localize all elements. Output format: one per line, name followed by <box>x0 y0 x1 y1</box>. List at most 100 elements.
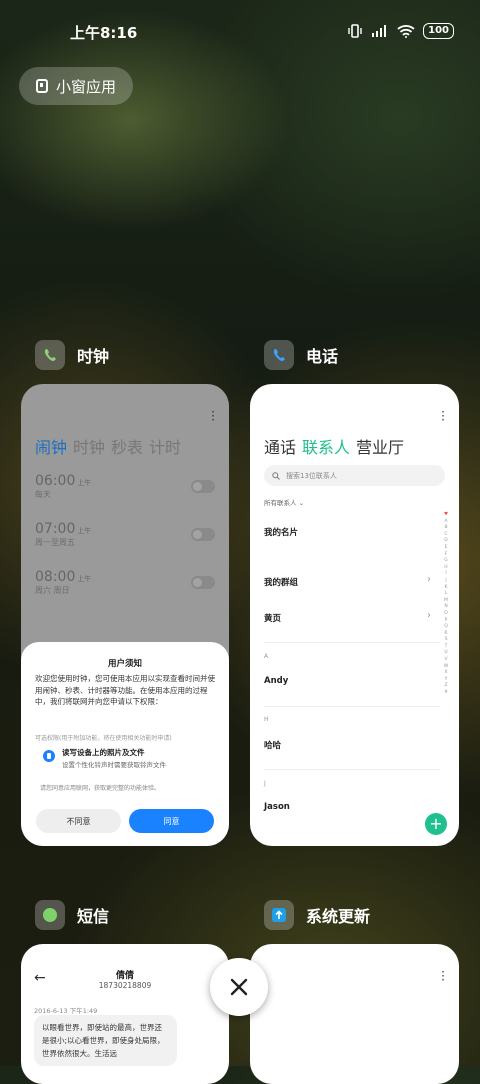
alarm-item[interactable]: 06:00 上午 每天 <box>35 473 91 500</box>
index-letter[interactable]: # <box>442 690 450 697</box>
index-letter[interactable]: I <box>442 571 450 578</box>
index-letter[interactable]: L <box>442 591 450 598</box>
index-letter[interactable]: Q <box>442 624 450 631</box>
small-window-apps-button[interactable]: 小窗应用 <box>19 67 133 105</box>
alarm-time: 08:00 <box>35 569 76 585</box>
signal-icon <box>372 25 387 37</box>
contact-item[interactable]: Andy <box>264 676 288 686</box>
contact-item[interactable]: Jason <box>264 802 290 812</box>
section-letter: A <box>264 653 269 660</box>
close-all-button[interactable] <box>210 958 268 1016</box>
divider <box>264 706 440 707</box>
user-notice-dialog: 用户须知 欢迎您使用时钟，您可使用本应用以实现查看时间并使用闹钟、秒表、计时器等… <box>21 642 229 846</box>
index-letter[interactable]: B <box>442 525 450 532</box>
chevron-right-icon: › <box>427 574 431 585</box>
battery-indicator: 100 <box>423 23 454 39</box>
index-letter[interactable]: V <box>442 657 450 664</box>
tab-stopwatch[interactable]: 秒表 <box>111 434 143 458</box>
search-placeholder: 搜索13位联系人 <box>286 471 337 480</box>
permission-desc: 设置个性化铃声时需要获取铃声文件 <box>62 761 166 769</box>
sms-app-card[interactable]: ← 倩倩 18730218809 2016-6-13 下午1:49 以眼看世界，… <box>21 944 229 1084</box>
divider <box>264 769 440 770</box>
alarm-time: 06:00 <box>35 473 76 489</box>
permission-title: 读写设备上的照片及文件 <box>62 748 145 757</box>
divider <box>264 642 440 643</box>
alphabet-index[interactable]: ♥ A B C D E F G H I J K L M N O P Q R S T U V W X Y Z # <box>442 512 450 697</box>
index-letter[interactable]: O <box>442 611 450 618</box>
phone-app-name: 电话 <box>306 347 339 366</box>
close-icon <box>230 978 248 996</box>
contact-item[interactable]: 哈哈 <box>264 739 281 751</box>
alarm-item[interactable]: 08:00 上午 周六 周日 <box>35 569 91 596</box>
contact-name: 倩倩 <box>115 971 134 981</box>
message-date: 2016-6-13 下午1:49 <box>34 1007 98 1015</box>
alarm-days: 周六 周日 <box>35 586 70 595</box>
my-card-item[interactable]: 我的名片 <box>264 526 298 538</box>
more-options-icon[interactable]: · · · <box>441 406 445 426</box>
all-contacts-filter[interactable]: 所有联系人 ⌄ <box>264 497 304 507</box>
clock-app-card[interactable]: · · · 闹钟 时钟 秒表 计时 06:00 上午 每天 07:00 上午 周一至周五… <box>21 384 229 846</box>
phone-app-icon <box>264 340 294 370</box>
update-app-name: 系统更新 <box>306 907 371 926</box>
file-permission-icon <box>43 750 55 762</box>
search-icon <box>272 471 280 480</box>
disagree-button[interactable]: 不同意 <box>36 809 121 833</box>
update-app-card[interactable]: · · · <box>250 944 459 1084</box>
clock-app-header: 时钟 <box>35 340 109 370</box>
clock-app-name: 时钟 <box>77 347 110 366</box>
more-options-icon[interactable]: · · · <box>441 966 445 986</box>
sms-app-icon <box>35 900 65 930</box>
alarm-item[interactable]: 07:00 上午 周一至周五 <box>35 521 91 548</box>
dialog-footer: 请您同意应用联网，获取更完整的功能体验。 <box>40 785 161 792</box>
phone-tabs: 通话 联系人 营业厅 <box>264 434 404 458</box>
tab-calls[interactable]: 通话 <box>264 434 296 458</box>
alarm-toggle[interactable] <box>191 528 215 541</box>
agree-button[interactable]: 同意 <box>129 809 214 833</box>
sms-app-name: 短信 <box>77 907 110 926</box>
index-letter[interactable]: N <box>442 604 450 611</box>
yellow-pages-item[interactable]: 黄页 <box>264 612 281 624</box>
add-contact-button[interactable]: + <box>425 813 447 835</box>
section-letter: H <box>264 716 269 723</box>
index-letter[interactable]: E <box>442 545 450 552</box>
index-letter[interactable]: S <box>442 637 450 644</box>
contact-search-input[interactable]: 搜索13位联系人 <box>264 465 445 486</box>
alarm-time: 07:00 <box>35 521 76 537</box>
tab-clock[interactable]: 时钟 <box>73 434 105 458</box>
small-window-icon <box>35 79 48 93</box>
my-groups-item[interactable]: 我的群组 <box>264 576 298 588</box>
clock-app-icon <box>35 340 65 370</box>
index-letter[interactable]: D <box>442 538 450 545</box>
dialog-body: 欢迎您使用时钟，您可使用本应用以实现查看时间并使用闹钟、秒表、计时器等功能。在使… <box>35 674 215 706</box>
update-app-header: 系统更新 <box>264 900 370 930</box>
index-letter[interactable]: G <box>442 558 450 565</box>
section-letter: J <box>264 780 266 787</box>
index-letter[interactable]: X <box>442 670 450 677</box>
dialog-optional-note: 可选权限(用于附加功能，将在使用相关功能时申请) <box>35 735 172 742</box>
contact-number: 18730218809 <box>98 981 152 990</box>
index-letter[interactable]: J <box>442 578 450 585</box>
phone-app-card[interactable]: · · · 通话 联系人 营业厅 搜索13位联系人 所有联系人 ⌄ 我的名片 我的群… <box>250 384 459 846</box>
system-update-icon <box>264 900 294 930</box>
tab-timer[interactable]: 计时 <box>149 434 181 458</box>
tab-alarm[interactable]: 闹钟 <box>35 434 67 458</box>
alarm-ampm: 上午 <box>77 527 92 535</box>
more-options-icon[interactable]: · · · <box>211 406 215 426</box>
clock-tabs: 闹钟 时钟 秒表 计时 <box>35 434 181 458</box>
index-letter[interactable]: ♥ <box>442 512 450 519</box>
alarm-toggle[interactable] <box>191 576 215 589</box>
sms-app-header: 短信 <box>35 900 109 930</box>
tab-service[interactable]: 营业厅 <box>356 434 404 458</box>
status-time: 上午8:16 <box>70 24 138 42</box>
small-window-label: 小窗应用 <box>55 77 116 96</box>
alarm-days: 每天 <box>35 490 51 499</box>
wifi-icon <box>397 25 415 38</box>
message-bubble: 以眼看世界，即使站的最高，世界还是很小;以心看世界，即使身处局限，世界依然很大。… <box>34 1015 177 1066</box>
alarm-toggle[interactable] <box>191 480 215 493</box>
alarm-ampm: 上午 <box>77 575 92 583</box>
chevron-right-icon: › <box>427 610 431 621</box>
dialog-title: 用户须知 <box>107 659 142 669</box>
alarm-ampm: 上午 <box>77 479 92 487</box>
tab-contacts[interactable]: 联系人 <box>302 434 350 458</box>
vibrate-icon <box>348 24 362 38</box>
